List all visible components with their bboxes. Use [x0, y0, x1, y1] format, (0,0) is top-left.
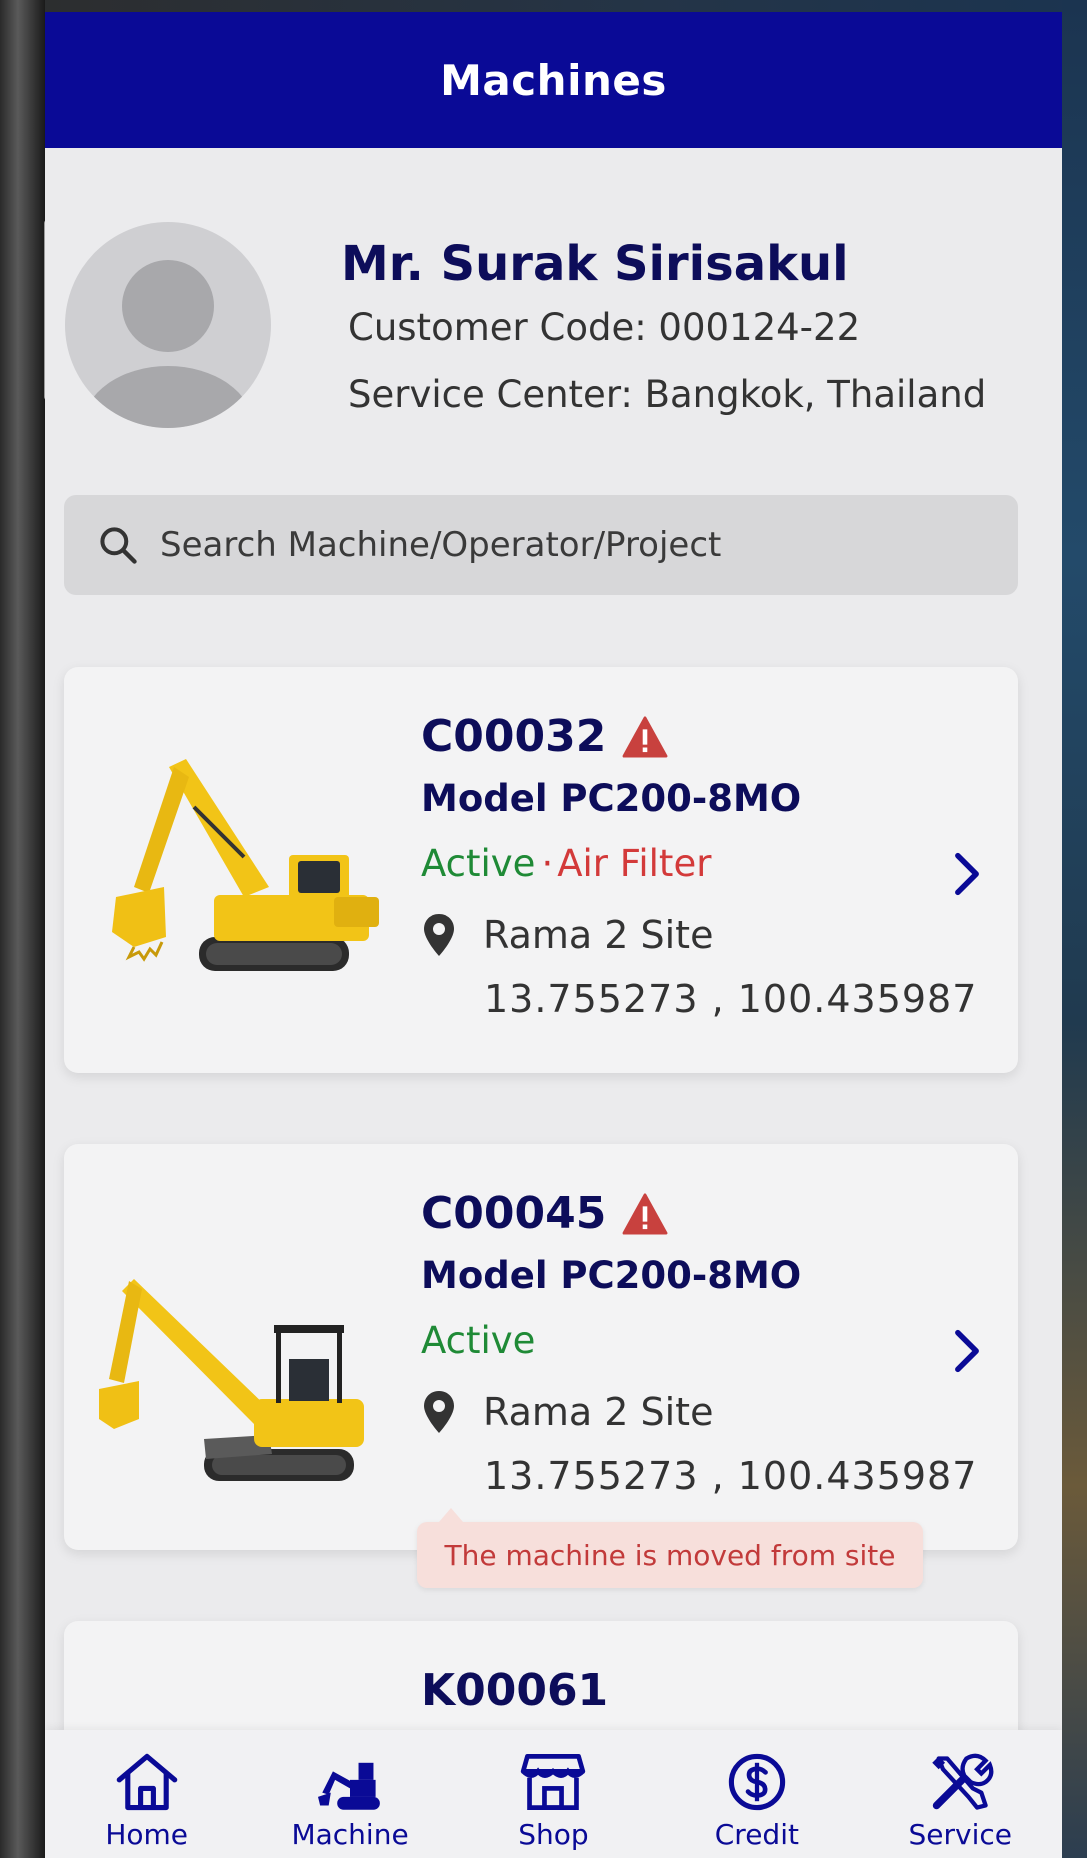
machine-status-row: Active · Air Filter: [421, 842, 711, 885]
tools-icon: [932, 1753, 994, 1810]
home-icon: [116, 1753, 177, 1811]
tab-label: Service: [908, 1818, 1012, 1851]
store-icon: [521, 1754, 586, 1810]
dollar-circle-icon: [728, 1753, 786, 1811]
location-name: Rama 2 Site: [483, 1390, 714, 1434]
location-pin-icon: [424, 1391, 454, 1433]
mini-excavator-image: [99, 1279, 364, 1481]
warning-icon: [622, 1192, 668, 1235]
machine-model: Model PC200-8MO: [421, 777, 802, 820]
tab-label: Home: [105, 1818, 189, 1851]
chevron-right-icon[interactable]: [952, 1329, 982, 1373]
machine-code: K00061: [421, 1665, 609, 1716]
avatar-shoulders-shape: [83, 366, 253, 428]
tab-machine[interactable]: Machine: [250, 1730, 450, 1858]
search-icon: [100, 527, 137, 564]
chevron-right-icon[interactable]: [952, 852, 982, 896]
search-input[interactable]: [160, 525, 1018, 565]
status-active: Active: [421, 842, 536, 885]
machine-model: Model PC200-8MO: [421, 1254, 802, 1297]
customer-name: Mr. Surak Sirisakul: [341, 236, 849, 292]
app-bar: Machines: [45, 12, 1062, 148]
machine-code: C00045: [421, 1188, 607, 1239]
warning-icon: [622, 715, 668, 758]
status-alert: Air Filter: [557, 842, 712, 885]
avatar-head-shape: [122, 260, 214, 352]
machine-card[interactable]: C00045 Model PC200-8MO Active Rama 2 Sit…: [64, 1144, 1018, 1550]
coordinates: 13.755273 , 100.435987: [484, 1454, 978, 1498]
location-name: Rama 2 Site: [483, 913, 714, 957]
tab-shop[interactable]: Shop: [453, 1730, 653, 1858]
tab-label: Credit: [714, 1818, 799, 1851]
machine-code: C00032: [421, 711, 607, 762]
customer-profile: Mr. Surak Sirisakul Customer Code: 00012…: [45, 148, 1062, 498]
background-right: [1062, 0, 1087, 1858]
tab-label: Shop: [518, 1818, 589, 1851]
customer-code: Customer Code: 000124-22: [348, 306, 861, 349]
machine-code-row: C00045: [421, 1188, 668, 1239]
coordinates: 13.755273 , 100.435987: [484, 977, 978, 1021]
machine-status-row: Active: [421, 1319, 535, 1362]
excavator-image: [112, 759, 379, 971]
service-center: Service Center: Bangkok, Thailand: [348, 373, 987, 416]
phone-screen: Machines Mr. Surak Sirisakul Customer Co…: [45, 12, 1062, 1858]
tab-service[interactable]: Service: [860, 1730, 1060, 1858]
status-active: Active: [421, 1319, 536, 1362]
page-title: Machines: [440, 55, 667, 105]
background-left: [0, 0, 45, 1858]
tab-label: Machine: [291, 1818, 409, 1851]
machine-code-row: K00061: [421, 1665, 608, 1716]
tooltip-text: The machine is moved from site: [444, 1538, 896, 1572]
background-top: [0, 0, 1087, 12]
machine-code-row: C00032: [421, 711, 668, 762]
machine-card[interactable]: C00032 Model PC200-8MO Active · Air Filt…: [64, 667, 1018, 1073]
location-row: Rama 2 Site: [421, 912, 713, 958]
tab-credit[interactable]: Credit: [657, 1730, 857, 1858]
location-pin-icon: [424, 914, 454, 956]
excavator-icon: [318, 1762, 380, 1810]
search-bar[interactable]: [64, 495, 1018, 595]
location-row: Rama 2 Site: [421, 1389, 713, 1435]
avatar: [65, 222, 271, 428]
status-separator: ·: [541, 842, 554, 885]
tab-home[interactable]: Home: [47, 1730, 247, 1858]
moved-from-site-tooltip: The machine is moved from site: [417, 1508, 923, 1588]
bottom-tab-bar: Home Machine Shop Credit Service: [45, 1730, 1062, 1858]
